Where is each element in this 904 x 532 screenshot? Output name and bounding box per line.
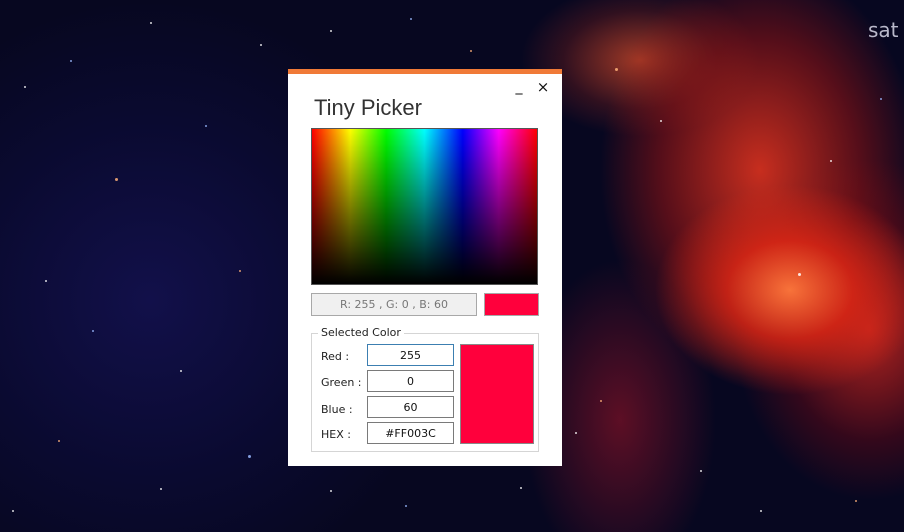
- star: [520, 487, 522, 489]
- star: [205, 125, 207, 127]
- star: [24, 86, 26, 88]
- star: [880, 98, 882, 100]
- star: [410, 18, 412, 20]
- selected-color-group: Selected Color Red : Green : Blue : HEX …: [311, 326, 539, 452]
- red-input[interactable]: [367, 344, 454, 366]
- star: [180, 370, 182, 372]
- hex-label: HEX :: [321, 428, 351, 441]
- star: [248, 455, 251, 458]
- selected-color-label: Selected Color: [318, 326, 404, 339]
- rgb-readout: R: 255 , G: 0 , B: 60: [311, 293, 477, 316]
- star: [160, 488, 162, 490]
- star: [405, 505, 407, 507]
- star: [70, 60, 72, 62]
- green-label: Green :: [321, 376, 362, 389]
- star: [600, 400, 602, 402]
- star: [150, 22, 152, 24]
- star: [830, 160, 832, 162]
- star: [760, 510, 762, 512]
- color-spectrum-picker[interactable]: [311, 128, 538, 285]
- window-title: Tiny Picker: [314, 95, 422, 120]
- star: [855, 500, 857, 502]
- star: [239, 270, 241, 272]
- preview-swatch: [484, 293, 539, 316]
- minimize-button[interactable]: _: [510, 78, 528, 96]
- star: [12, 510, 14, 512]
- green-input[interactable]: [367, 370, 454, 392]
- star: [58, 440, 60, 442]
- star: [45, 280, 47, 282]
- star: [798, 273, 801, 276]
- star: [615, 68, 618, 71]
- star: [660, 120, 662, 122]
- selected-color-swatch: [460, 344, 534, 444]
- blue-input[interactable]: [367, 396, 454, 418]
- star: [470, 50, 472, 52]
- tiny-picker-window: _ × Tiny Picker R: 255 , G: 0 , B: 60 Se…: [288, 69, 562, 466]
- star: [700, 470, 702, 472]
- star: [260, 44, 262, 46]
- star: [575, 432, 577, 434]
- desktop-corner-text: sat: [868, 18, 899, 42]
- star: [330, 30, 332, 32]
- hex-input[interactable]: [367, 422, 454, 444]
- close-button[interactable]: ×: [534, 78, 552, 96]
- star: [330, 490, 332, 492]
- red-label: Red :: [321, 350, 350, 363]
- blue-label: Blue :: [321, 403, 353, 416]
- star: [115, 178, 118, 181]
- star: [92, 330, 94, 332]
